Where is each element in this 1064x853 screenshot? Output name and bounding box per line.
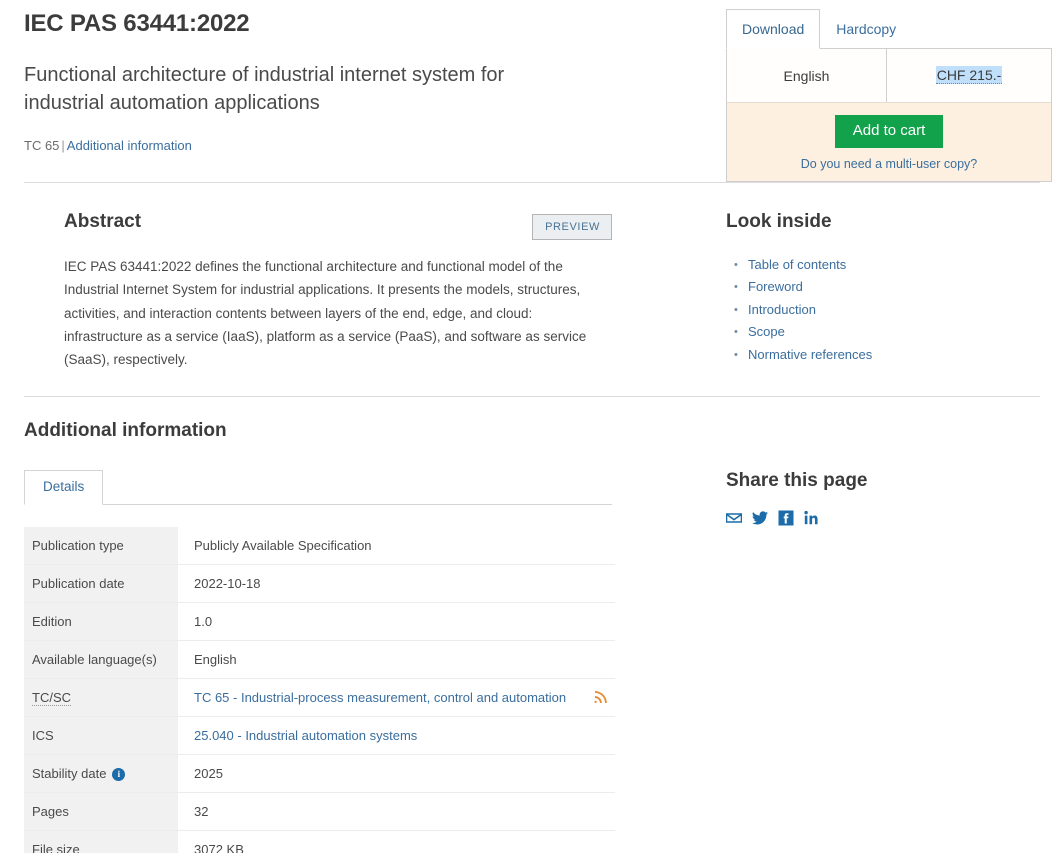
- row-value-available-languages: English: [178, 641, 615, 679]
- price-row: English CHF 215.-: [727, 49, 1051, 103]
- document-header: IEC PAS 63441:2022 Functional architectu…: [24, 10, 704, 153]
- look-inside-section: Look inside Table of contents Foreword I…: [726, 208, 1026, 366]
- table-row: Publication date 2022-10-18: [24, 565, 615, 603]
- row-value-publication-date: 2022-10-18: [178, 565, 615, 603]
- section-divider: [24, 396, 1040, 397]
- price-cell: CHF 215.-: [887, 67, 1051, 85]
- info-icon[interactable]: i: [112, 768, 125, 781]
- row-key-ics: ICS: [24, 717, 178, 755]
- list-item: Foreword: [726, 276, 1026, 298]
- table-row: Publication type Publicly Available Spec…: [24, 527, 615, 565]
- linkedin-icon[interactable]: [804, 510, 820, 526]
- product-page: IEC PAS 63441:2022 Functional architectu…: [0, 0, 1064, 853]
- additional-information-heading: Additional information: [24, 420, 624, 442]
- rss-icon[interactable]: [594, 690, 607, 706]
- file-size-unit[interactable]: KB: [227, 842, 244, 853]
- stability-date-label: Stability date: [32, 766, 106, 781]
- twitter-icon[interactable]: [752, 510, 768, 526]
- facebook-icon[interactable]: [778, 510, 794, 526]
- row-value-publication-type: Publicly Available Specification: [178, 527, 615, 565]
- row-value-pages: 32: [178, 793, 615, 831]
- list-item: Normative references: [726, 344, 1026, 366]
- tcsc-label[interactable]: TC/SC: [32, 690, 71, 706]
- look-inside-link-scope[interactable]: Scope: [748, 324, 785, 339]
- ics-link[interactable]: 25.040 - Industrial automation systems: [194, 728, 417, 743]
- look-inside-link-normative-references[interactable]: Normative references: [748, 347, 872, 362]
- row-key-publication-type: Publication type: [24, 527, 178, 565]
- details-tabstrip: Details: [24, 472, 612, 505]
- email-icon[interactable]: [726, 510, 742, 526]
- row-value-stability-date: 2025: [178, 755, 615, 793]
- table-row: Edition 1.0: [24, 603, 615, 641]
- header-divider: [24, 182, 1040, 183]
- breadcrumb: TC 65|Additional information: [24, 138, 704, 153]
- row-value-tcsc: TC 65 - Industrial-process measurement, …: [178, 679, 615, 717]
- row-key-file-size: File size: [24, 831, 178, 853]
- document-subtitle: Functional architecture of industrial in…: [24, 61, 584, 118]
- look-inside-heading: Look inside: [726, 208, 832, 236]
- table-row: Stability date i 2025: [24, 755, 615, 793]
- row-value-ics: 25.040 - Industrial automation systems: [178, 717, 615, 755]
- look-inside-link-toc[interactable]: Table of contents: [748, 257, 846, 272]
- multi-user-copy-link[interactable]: Do you need a multi-user copy?: [727, 157, 1051, 171]
- row-key-publication-date: Publication date: [24, 565, 178, 603]
- tc-label: TC 65: [24, 138, 59, 153]
- price-value[interactable]: CHF 215.-: [936, 66, 1003, 84]
- row-key-edition: Edition: [24, 603, 178, 641]
- abstract-section: Abstract PREVIEW IEC PAS 63441:2022 defi…: [64, 208, 612, 385]
- look-inside-link-introduction[interactable]: Introduction: [748, 302, 816, 317]
- table-row: Available language(s) English: [24, 641, 615, 679]
- share-section: Share this page: [726, 470, 1026, 526]
- list-item: Introduction: [726, 299, 1026, 321]
- row-value-file-size: 3072 KB: [178, 831, 615, 853]
- share-icon-list: [726, 510, 1026, 526]
- table-row: TC/SC TC 65 - Industrial-process measure…: [24, 679, 615, 717]
- details-table: Publication type Publicly Available Spec…: [24, 527, 615, 853]
- abstract-heading: Abstract: [64, 208, 141, 236]
- purchase-panel: English CHF 215.- Add to cart Do you nee…: [726, 48, 1052, 182]
- row-key-tcsc: TC/SC: [24, 679, 178, 717]
- language-label: English: [727, 49, 887, 102]
- row-key-available-languages: Available language(s): [24, 641, 178, 679]
- list-item: Table of contents: [726, 254, 1026, 276]
- page-title: IEC PAS 63441:2022: [24, 10, 704, 39]
- row-key-stability-date: Stability date i: [24, 755, 178, 793]
- table-row: File size 3072 KB: [24, 831, 615, 853]
- purchase-box: Download Hardcopy English CHF 215.- Add …: [726, 8, 1052, 182]
- additional-information-section: Additional information Details Publicati…: [24, 420, 624, 853]
- abstract-text: IEC PAS 63441:2022 defines the functiona…: [64, 255, 610, 372]
- purchase-tabs: Download Hardcopy: [726, 8, 1052, 48]
- table-row: Pages 32: [24, 793, 615, 831]
- row-value-edition: 1.0: [178, 603, 615, 641]
- look-inside-link-foreword[interactable]: Foreword: [748, 279, 803, 294]
- add-to-cart-button[interactable]: Add to cart: [835, 115, 944, 148]
- file-size-number: 3072: [194, 842, 227, 853]
- tab-hardcopy[interactable]: Hardcopy: [820, 9, 912, 48]
- cart-row: Add to cart Do you need a multi-user cop…: [727, 103, 1051, 181]
- tab-download[interactable]: Download: [726, 9, 820, 49]
- table-row: ICS 25.040 - Industrial automation syste…: [24, 717, 615, 755]
- row-key-pages: Pages: [24, 793, 178, 831]
- list-item: Scope: [726, 321, 1026, 343]
- share-heading: Share this page: [726, 470, 1026, 492]
- tcsc-link[interactable]: TC 65 - Industrial-process measurement, …: [194, 690, 566, 705]
- tab-details[interactable]: Details: [24, 470, 103, 505]
- additional-information-link[interactable]: Additional information: [67, 138, 192, 153]
- look-inside-list: Table of contents Foreword Introduction …: [726, 254, 1026, 366]
- breadcrumb-separator: |: [61, 138, 64, 153]
- preview-button[interactable]: PREVIEW: [532, 214, 612, 240]
